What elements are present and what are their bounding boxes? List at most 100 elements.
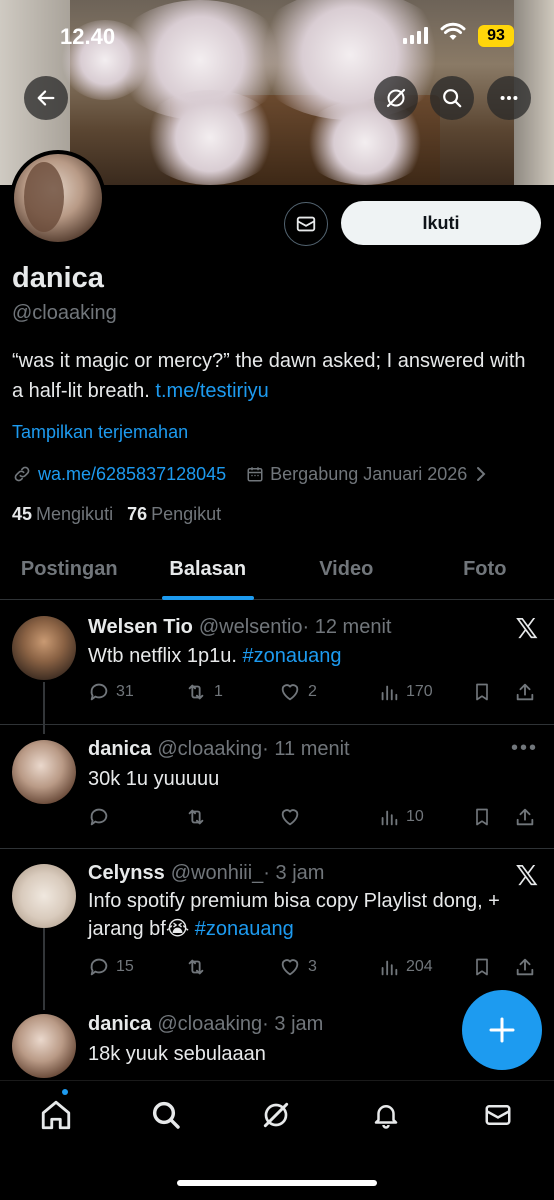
- like-button[interactable]: 2: [278, 681, 317, 703]
- post-header: danica @cloaaking· 11 menit: [88, 738, 350, 761]
- tab-foto[interactable]: Foto: [416, 540, 554, 599]
- tab-video[interactable]: Video: [277, 540, 416, 599]
- follow-button[interactable]: Ikuti: [341, 201, 541, 245]
- share-button[interactable]: [514, 681, 536, 703]
- post-author[interactable]: Welsen Tio: [88, 616, 193, 638]
- likes-count: 3: [308, 958, 317, 975]
- reply-icon: [88, 956, 110, 978]
- reply-button[interactable]: 15: [88, 956, 134, 978]
- new-posts-dot: [62, 1089, 68, 1095]
- more-icon[interactable]: •••: [511, 737, 538, 760]
- home-indicator: [177, 1180, 377, 1186]
- status-bar: 12.40 93: [0, 0, 554, 70]
- avatar[interactable]: [12, 1014, 76, 1078]
- heart-icon: [278, 956, 302, 978]
- post-time: · 12 menit: [302, 616, 392, 638]
- bell-icon: [374, 1105, 398, 1129]
- share-button[interactable]: [514, 806, 536, 828]
- hashtag-link[interactable]: #zonauang: [243, 645, 342, 667]
- search-icon: [443, 89, 462, 108]
- post-text: Wtb netflix 1p1u. #zonauang: [88, 645, 342, 667]
- share-button[interactable]: [514, 956, 536, 978]
- nav-notifications[interactable]: [368, 1097, 404, 1133]
- signal-icon: [403, 26, 428, 44]
- grok-button[interactable]: [374, 76, 418, 120]
- like-button[interactable]: 3: [278, 956, 317, 978]
- profile-avatar[interactable]: [10, 150, 106, 246]
- back-button[interactable]: [24, 76, 68, 120]
- reply-button[interactable]: 31: [88, 681, 134, 703]
- repost-button[interactable]: 1: [184, 681, 223, 703]
- status-time: 12.40: [60, 24, 116, 49]
- more-icon: [500, 95, 518, 101]
- post-actions: 10: [88, 805, 540, 829]
- followers-count[interactable]: 76 Pengikut: [127, 504, 221, 525]
- bookmark-button[interactable]: [472, 956, 492, 978]
- profile-bio: “was it magic or mercy?” the dawn asked;…: [12, 346, 532, 406]
- post-time: · 3 jam: [263, 862, 325, 884]
- divider: [0, 848, 554, 849]
- tab-postingan[interactable]: Postingan: [0, 540, 139, 599]
- post-author[interactable]: danica: [88, 1013, 151, 1035]
- profile-joined: Bergabung Januari 2026: [270, 463, 468, 484]
- views-button[interactable]: 204: [378, 956, 433, 978]
- bio-link[interactable]: t.me/testiriyu: [155, 380, 268, 402]
- bookmark-icon: [472, 956, 492, 978]
- bookmark-icon: [472, 806, 492, 828]
- home-icon: [41, 1100, 71, 1130]
- avatar[interactable]: [12, 616, 76, 680]
- post-actions: 31 1 2 170: [88, 680, 540, 704]
- thread-line: [43, 928, 45, 1010]
- post-author[interactable]: danica: [88, 738, 151, 760]
- translate-link[interactable]: Tampilkan terjemahan: [12, 422, 188, 443]
- repost-icon: [184, 681, 208, 703]
- avatar[interactable]: [12, 864, 76, 928]
- message-button[interactable]: [284, 202, 328, 246]
- profile-display-name: danica: [12, 262, 104, 294]
- avatar[interactable]: [12, 740, 76, 804]
- post-handle: @wonhiii_: [170, 862, 264, 884]
- post-author[interactable]: Celynss: [88, 862, 165, 884]
- views-icon: [378, 681, 400, 703]
- plus-icon: [489, 1017, 515, 1043]
- more-button[interactable]: [487, 76, 531, 120]
- link-icon: [12, 464, 32, 484]
- repost-icon: [184, 956, 208, 978]
- bookmark-button[interactable]: [472, 681, 492, 703]
- chevron-right-icon[interactable]: [475, 466, 487, 482]
- wifi-icon: [440, 22, 466, 47]
- nav-grok[interactable]: [258, 1097, 294, 1133]
- profile-handle: @cloaaking: [12, 302, 117, 324]
- nav-messages[interactable]: [480, 1097, 516, 1133]
- reply-icon: [88, 806, 110, 828]
- profile-tabs: Postingan Balasan Video Foto: [0, 540, 554, 600]
- share-icon: [514, 681, 536, 703]
- profile-website[interactable]: wa.me/6285837128045: [38, 464, 226, 485]
- divider: [0, 724, 554, 725]
- heart-icon: [278, 681, 302, 703]
- following-count[interactable]: 45 Mengikuti: [12, 504, 113, 525]
- compose-button[interactable]: [462, 990, 542, 1070]
- search-icon: [152, 1101, 180, 1129]
- post-text: 18k yuuk sebulaaan: [88, 1043, 266, 1065]
- views-button[interactable]: 170: [378, 681, 433, 703]
- reply-button[interactable]: [88, 806, 116, 828]
- post-handle: @cloaaking: [157, 738, 263, 760]
- nav-home[interactable]: [38, 1097, 74, 1133]
- post-header: danica @cloaaking· 3 jam: [88, 1013, 323, 1036]
- nav-search[interactable]: [148, 1097, 184, 1133]
- battery-indicator: 93: [478, 25, 514, 47]
- views-count: 204: [406, 958, 433, 975]
- bookmark-button[interactable]: [472, 806, 492, 828]
- tab-balasan[interactable]: Balasan: [139, 540, 278, 599]
- like-button[interactable]: [278, 806, 308, 828]
- post-actions: 15 3 204: [88, 955, 540, 979]
- repost-button[interactable]: [184, 806, 214, 828]
- repost-button[interactable]: [184, 956, 214, 978]
- hashtag-link[interactable]: #zonauang: [195, 918, 294, 940]
- heart-icon: [278, 806, 302, 828]
- search-button[interactable]: [430, 76, 474, 120]
- mail-icon: [296, 216, 316, 232]
- views-button[interactable]: 10: [378, 806, 424, 828]
- post-time: · 11 menit: [262, 738, 350, 760]
